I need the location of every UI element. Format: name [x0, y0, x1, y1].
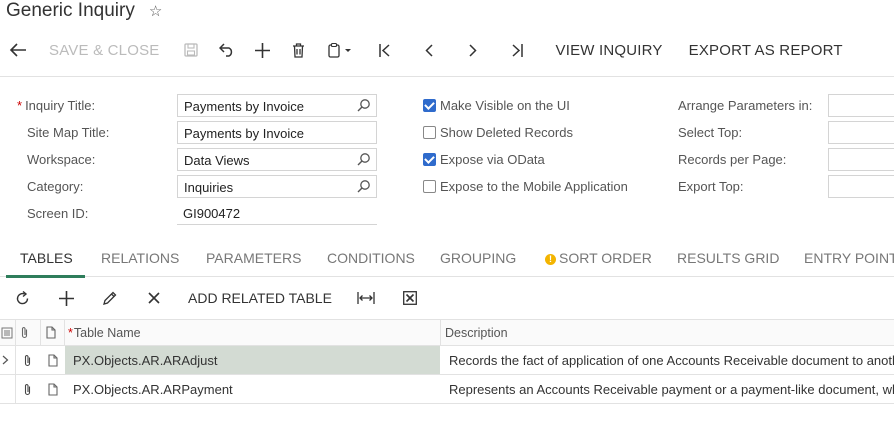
site-map-title-field[interactable]: Payments by Invoice — [177, 121, 377, 144]
checkbox-empty-icon[interactable] — [423, 180, 436, 193]
favorite-star-icon[interactable]: ☆ — [149, 2, 162, 20]
attachment-icon[interactable] — [23, 375, 37, 403]
export-as-report-button[interactable]: EXPORT AS REPORT — [676, 42, 856, 59]
screen-id-field: GI900472 — [177, 202, 377, 225]
first-record-icon[interactable] — [367, 34, 403, 66]
delete-icon[interactable] — [281, 34, 317, 66]
tab-results-grid[interactable]: RESULTS GRID — [677, 250, 779, 266]
tab-sort-order[interactable]: ! SORT ORDER — [545, 250, 652, 266]
search-icon[interactable] — [357, 179, 371, 193]
tab-grouping[interactable]: GROUPING — [440, 250, 516, 266]
screen-id-label: Screen ID: — [27, 206, 89, 221]
page-header: Generic Inquiry ☆ — [0, 0, 162, 26]
records-per-page-label: Records per Page: — [678, 152, 787, 167]
grid-header: * Table Name Description — [0, 319, 894, 346]
grid-toolbar: ADD RELATED TABLE — [0, 284, 894, 312]
tab-conditions[interactable]: CONDITIONS — [327, 250, 415, 266]
table-name-cell[interactable]: PX.Objects.AR.ARPayment — [65, 375, 440, 403]
checkbox-empty-icon[interactable] — [423, 126, 436, 139]
arrange-params-field[interactable] — [828, 94, 894, 117]
search-icon[interactable] — [357, 152, 371, 166]
note-header-icon — [46, 320, 62, 345]
workspace-field[interactable]: Data Views — [177, 148, 377, 171]
undo-icon[interactable] — [209, 34, 245, 66]
attachment-header-icon — [20, 320, 38, 345]
active-tab-indicator — [6, 275, 85, 278]
row-selector-arrow-icon[interactable] — [2, 346, 14, 374]
previous-record-icon[interactable] — [411, 34, 447, 66]
inquiry-title-field[interactable]: Payments by Invoice — [177, 94, 377, 117]
clipboard-dropdown-icon[interactable] — [317, 34, 363, 66]
tab-relations[interactable]: RELATIONS — [101, 250, 179, 266]
show-deleted-checkbox[interactable]: Show Deleted Records — [423, 125, 573, 140]
export-excel-icon[interactable] — [388, 284, 432, 312]
arrange-params-label: Arrange Parameters in: — [678, 98, 813, 113]
add-related-table-button[interactable]: ADD RELATED TABLE — [176, 290, 344, 306]
header-divider — [0, 76, 894, 77]
required-star-icon: * — [17, 98, 23, 113]
category-field[interactable]: Inquiries — [177, 175, 377, 198]
select-top-field[interactable] — [828, 121, 894, 144]
table-name-cell[interactable]: PX.Objects.AR.ARAdjust — [65, 346, 440, 374]
checkbox-checked-icon[interactable] — [423, 153, 436, 166]
table-row[interactable]: PX.Objects.AR.ARAdjust Records the fact … — [0, 346, 894, 375]
attachment-icon[interactable] — [23, 346, 37, 374]
warning-icon: ! — [545, 254, 556, 265]
checkbox-checked-icon[interactable] — [423, 99, 436, 112]
main-toolbar: SAVE & CLOSE VIEW INQUIRY EXPORT AS REPO… — [0, 34, 894, 66]
save-icon[interactable] — [173, 34, 209, 66]
add-icon[interactable] — [245, 34, 281, 66]
required-star-icon: * — [68, 325, 73, 340]
records-per-page-field[interactable] — [828, 148, 894, 171]
save-close-button[interactable]: SAVE & CLOSE — [36, 42, 173, 59]
make-visible-checkbox[interactable]: Make Visible on the UI — [423, 98, 570, 113]
workspace-label: Workspace: — [27, 152, 96, 167]
export-top-label: Export Top: — [678, 179, 744, 194]
site-map-title-label: Site Map Title: — [27, 125, 110, 140]
select-top-label: Select Top: — [678, 125, 743, 140]
description-cell[interactable]: Represents an Accounts Receivable paymen… — [449, 375, 894, 403]
delete-row-icon[interactable] — [132, 284, 176, 312]
note-icon[interactable] — [48, 375, 62, 403]
fit-columns-icon[interactable] — [344, 284, 388, 312]
search-icon[interactable] — [357, 98, 371, 112]
column-header-description[interactable]: Description — [445, 320, 894, 345]
tab-bar: TABLES RELATIONS PARAMETERS CONDITIONS G… — [0, 243, 894, 278]
row-selector-header-icon[interactable] — [1, 320, 15, 345]
tab-tables[interactable]: TABLES — [20, 250, 73, 266]
description-cell[interactable]: Records the fact of application of one A… — [449, 346, 894, 374]
tables-grid: * Table Name Description PX.Objects.AR.AR… — [0, 319, 894, 404]
next-record-icon[interactable] — [455, 34, 491, 66]
category-label: Category: — [27, 179, 84, 194]
note-icon[interactable] — [48, 346, 62, 374]
page-title: Generic Inquiry — [6, 0, 135, 21]
tab-parameters[interactable]: PARAMETERS — [206, 250, 301, 266]
export-top-field[interactable] — [828, 175, 894, 198]
inquiry-title-label: * Inquiry Title: — [17, 98, 96, 113]
edit-pencil-icon[interactable] — [88, 284, 132, 312]
column-header-table-name[interactable]: * Table Name — [68, 320, 438, 345]
back-arrow-icon[interactable] — [0, 34, 36, 66]
view-inquiry-button[interactable]: VIEW INQUIRY — [543, 42, 676, 59]
expose-mobile-checkbox[interactable]: Expose to the Mobile Application — [423, 179, 628, 194]
table-row[interactable]: PX.Objects.AR.ARPayment Represents an Ac… — [0, 375, 894, 404]
refresh-icon[interactable] — [0, 284, 44, 312]
add-row-icon[interactable] — [44, 284, 88, 312]
last-record-icon[interactable] — [499, 34, 535, 66]
expose-odata-checkbox[interactable]: Expose via OData — [423, 152, 545, 167]
tab-entry-point[interactable]: ENTRY POINT — [804, 250, 894, 266]
